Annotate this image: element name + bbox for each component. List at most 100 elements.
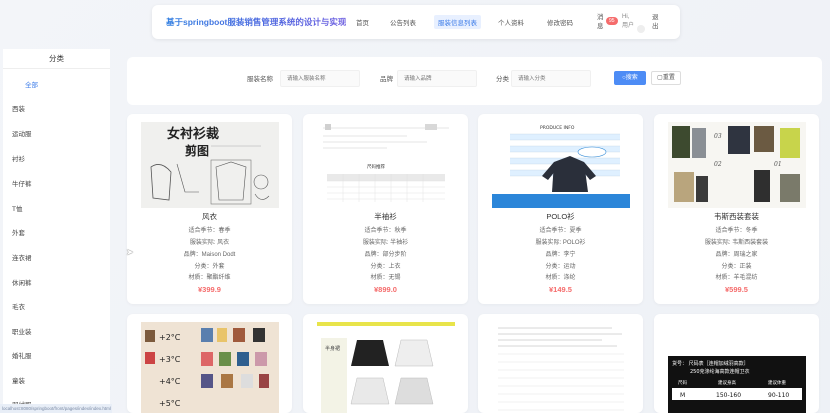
product-image[interactable]: 女衬衫裁 剪图 xyxy=(141,122,279,208)
product-price: ¥149.5 xyxy=(549,285,572,294)
product-card-polo[interactable]: PRODUCE INFO POLO衫 适合季节：夏季 服装实际: POLO衫 品… xyxy=(478,114,643,304)
top-header: 基于springboot服装销售管理系统的设计与实现 首页 公告列表 服装信息列… xyxy=(152,5,680,39)
product-image[interactable]: 货号： 尺码表［连帽加绒羽高款］ 250克涤纶海高款连帽卫衣 尺码 建议身高 建… xyxy=(668,322,806,413)
product-season: 适合季节：冬季 xyxy=(715,228,758,234)
reset-button[interactable]: ▢重置 xyxy=(651,71,681,85)
product-season: 适合季节：春季 xyxy=(188,228,231,234)
message-count-badge: 95 xyxy=(606,17,618,25)
product-brand: 品牌：李宁 xyxy=(545,252,576,258)
product-name: 半袖衫 xyxy=(374,212,397,221)
product-brand: 品牌：Maison Dodt xyxy=(183,252,236,258)
site-title: 基于springboot服装销售管理系统的设计与实现 xyxy=(166,17,347,27)
product-image[interactable]: 尺码推荐 xyxy=(317,122,455,208)
sidebar-item-kids[interactable]: 童装 xyxy=(12,375,25,385)
product-card-row2-3[interactable] xyxy=(478,314,643,413)
thumb-title: 半身裙 xyxy=(325,345,340,352)
sidebar-item-casual-pants[interactable]: 休闲裤 xyxy=(12,277,32,287)
product-material: 服装实际: POLO衫 xyxy=(535,240,586,246)
product-season: 适合季节：夏季 xyxy=(539,228,582,234)
thumb-label: 01 xyxy=(774,161,782,168)
nav-home[interactable]: 首页 xyxy=(356,17,369,27)
sidebar-item-coat[interactable]: 外套 xyxy=(12,227,25,237)
status-url: localhost:8080/springboot/front/pages/in… xyxy=(0,404,112,413)
brand-input[interactable] xyxy=(397,70,477,87)
search-panel: 服装名称 品牌 分类 ○搜索 ▢重置 xyxy=(127,57,822,105)
height-header: 建议身高 xyxy=(718,379,736,386)
product-card-suit-set[interactable]: 03 02 01 韦斯西装套装 适合季节：冬季 服装实际: 韦斯西装套装 品牌：… xyxy=(654,114,819,304)
product-category: 分类：上衣 xyxy=(370,264,401,270)
product-fabric: 材质：聚酯纤维 xyxy=(188,275,231,281)
sidebar-item-suit[interactable]: 西装 xyxy=(12,103,25,113)
product-card-short-sleeve[interactable]: 尺码推荐 半袖衫 适合季节：秋季 服装实际: 半袖衫 品牌：部分步阶 分类：上衣… xyxy=(303,114,468,304)
search-button[interactable]: ○搜索 xyxy=(614,71,646,85)
size-table-subtitle: 250克涤纶海高款连帽卫衣 xyxy=(690,368,750,375)
product-name: POLO衫 xyxy=(546,212,575,221)
product-image[interactable]: PRODUCE INFO xyxy=(492,122,630,208)
weight-header: 建议体重 xyxy=(768,379,786,386)
product-material: 服装实际: 风衣 xyxy=(189,240,230,246)
thumb-title: 女衬衫裁 xyxy=(167,126,219,142)
brand-label: 品牌 xyxy=(380,76,393,83)
category-sidebar: 分类 全部 西装 运动服 衬衫 牛仔裤 T恤 外套 连衣裙 休闲裤 毛衣 职业装… xyxy=(3,49,110,413)
sidebar-item-workwear[interactable]: 职业装 xyxy=(12,326,32,336)
sidebar-item-sportswear[interactable]: 运动服 xyxy=(12,128,32,138)
sidebar-item-dress[interactable]: 连衣裙 xyxy=(12,252,32,262)
product-brand: 品牌：部分步阶 xyxy=(364,252,407,258)
thumb-title: 尺码推荐 xyxy=(367,163,385,170)
sidebar-item-sweater[interactable]: 毛衣 xyxy=(12,301,25,311)
product-card-row2-1[interactable]: +2°C +3°C +4°C +5°C xyxy=(127,314,292,413)
mouse-cursor-icon: ➤ xyxy=(126,247,134,257)
product-price: ¥599.5 xyxy=(725,285,748,294)
thumb-label: 03 xyxy=(714,133,722,140)
product-fabric: 材质：无锡 xyxy=(370,275,401,281)
size-value: M xyxy=(680,392,685,399)
product-material: 服装实际: 韦斯西装套装 xyxy=(704,240,769,246)
name-input[interactable] xyxy=(280,70,360,87)
product-price: ¥899.0 xyxy=(374,285,397,294)
sidebar-item-shirt[interactable]: 衬衫 xyxy=(12,153,25,163)
sidebar-item-all[interactable]: 全部 xyxy=(25,79,38,89)
product-card-row2-2[interactable]: 半身裙 xyxy=(303,314,468,413)
product-card-trench-coat[interactable]: 女衬衫裁 剪图 风衣 适合季节：春季 服装实际: 风衣 品牌：Maison Do… xyxy=(127,114,292,304)
size-table-title: 货号： 尺码表［连帽加绒羽高款］ xyxy=(672,360,749,367)
product-image[interactable] xyxy=(492,322,630,413)
product-name: 风衣 xyxy=(202,212,217,221)
nav-announcements[interactable]: 公告列表 xyxy=(390,17,416,27)
sidebar-item-wedding[interactable]: 婚礼服 xyxy=(12,350,32,360)
nav-clothing-list[interactable]: 服装信息列表 xyxy=(434,15,481,29)
nav-change-password[interactable]: 修改密码 xyxy=(547,17,573,27)
avatar[interactable] xyxy=(637,25,645,33)
temp-label: +5°C xyxy=(159,399,181,408)
temp-label: +4°C xyxy=(159,377,181,386)
product-card-row2-4[interactable]: 货号： 尺码表［连帽加绒羽高款］ 250克涤纶海高款连帽卫衣 尺码 建议身高 建… xyxy=(654,314,819,413)
product-category: 分类：运动 xyxy=(545,264,576,270)
weight-value: 90-110 xyxy=(768,392,789,399)
height-value: 150-160 xyxy=(716,392,741,399)
product-category: 分类：正装 xyxy=(721,264,752,270)
product-image[interactable]: +2°C +3°C +4°C +5°C xyxy=(141,322,279,413)
thumb-title: PRODUCE INFO xyxy=(540,125,575,131)
sidebar-item-jeans[interactable]: 牛仔裤 xyxy=(12,178,32,188)
product-image[interactable]: 03 02 01 xyxy=(668,122,806,208)
product-brand: 品牌：周瑞之家 xyxy=(715,252,758,258)
product-material: 服装实际: 半袖衫 xyxy=(362,240,409,246)
size-header: 尺码 xyxy=(678,379,687,386)
user-greeting: Hi, 用户 xyxy=(622,14,635,29)
product-image[interactable]: 半身裙 xyxy=(317,322,455,413)
product-season: 适合季节：秋季 xyxy=(364,228,407,234)
category-label: 分类 xyxy=(496,76,509,83)
product-fabric: 材质：羊毛混纺 xyxy=(715,275,758,281)
sidebar-item-tshirt[interactable]: T恤 xyxy=(12,203,22,213)
product-price: ¥399.9 xyxy=(198,285,221,294)
product-category: 分类：外套 xyxy=(194,264,225,270)
product-name: 韦斯西装套装 xyxy=(714,212,759,221)
temp-label: +2°C xyxy=(159,333,181,342)
nav-profile[interactable]: 个人资料 xyxy=(498,17,524,27)
category-input[interactable] xyxy=(511,70,591,87)
sidebar-title: 分类 xyxy=(3,49,110,69)
thumb-subtitle: 剪图 xyxy=(185,143,209,158)
logout-link[interactable]: 退出 xyxy=(652,13,662,31)
name-label: 服装名称 xyxy=(247,76,273,83)
product-fabric: 材质：涤纶 xyxy=(545,275,576,281)
temp-label: +3°C xyxy=(159,355,181,364)
